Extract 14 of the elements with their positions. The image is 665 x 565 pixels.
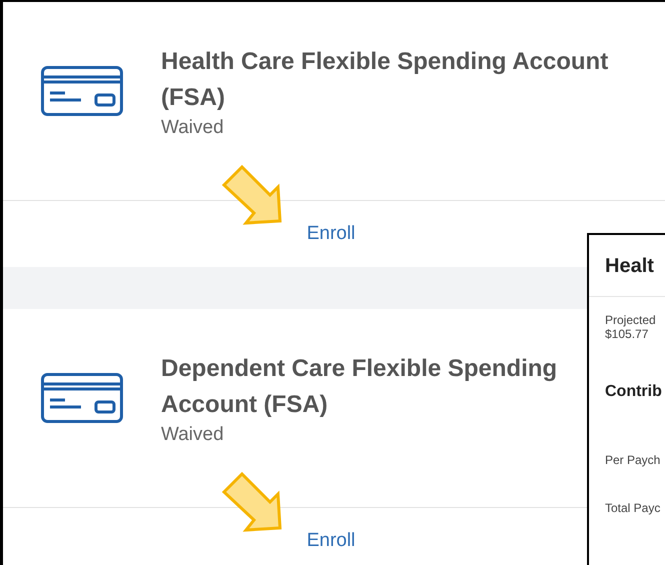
plan-status: Waived — [161, 423, 225, 447]
panel-text: Per Paych — [605, 453, 660, 467]
panel-text: Projected — [605, 313, 656, 327]
credit-card-icon — [41, 66, 123, 116]
enroll-link[interactable]: Enroll — [306, 530, 356, 552]
panel-text: $105.77 — [605, 327, 648, 341]
panel-title: Healt — [589, 235, 665, 297]
panel-text: Total Payc — [605, 501, 660, 515]
enroll-link[interactable]: Enroll — [306, 223, 356, 245]
plan-status: Waived — [161, 116, 225, 140]
panel-text: Contrib — [605, 383, 662, 401]
credit-card-icon — [41, 373, 123, 423]
plan-title: Dependent Care Flexible Spending Account (FSA) — [161, 354, 558, 420]
plan-title: Health Care Flexible Spending Account (FSA) — [161, 47, 610, 113]
